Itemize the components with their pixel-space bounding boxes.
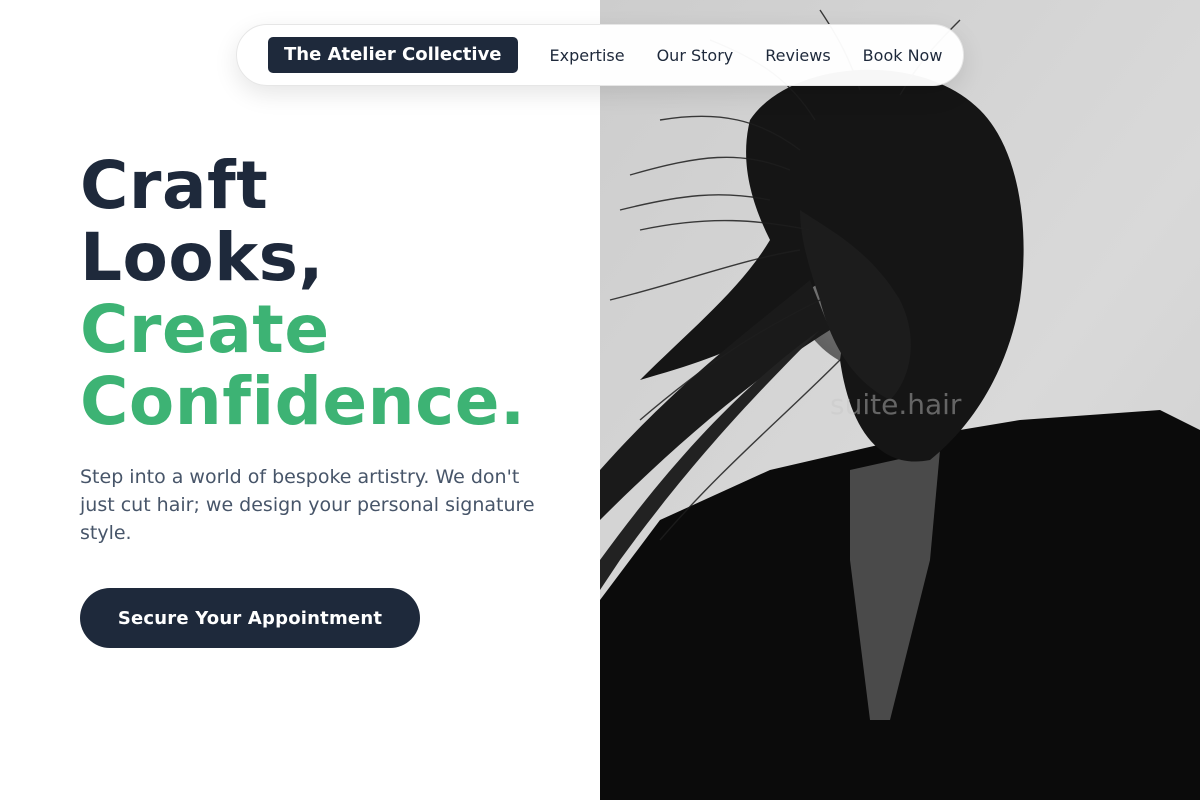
nav-link-expertise[interactable]: Expertise [534, 46, 641, 65]
hero-text-panel: Craft Looks, Create Confidence. Step int… [0, 0, 600, 800]
hero-subtext: Step into a world of bespoke artistry. W… [80, 466, 535, 544]
secure-appointment-button[interactable]: Secure Your Appointment [80, 588, 420, 648]
hero-headline: Craft Looks, Create Confidence. [80, 150, 526, 438]
headline-line-4: Confidence. [80, 363, 526, 440]
brand-logo-link[interactable]: The Atelier Collective [268, 37, 518, 73]
top-navbar: The Atelier Collective Expertise Our Sto… [236, 24, 964, 86]
headline-line-1: Craft [80, 147, 269, 224]
nav-link-reviews[interactable]: Reviews [749, 46, 846, 65]
landing-page: Craft Looks, Create Confidence. Step int… [0, 0, 1200, 800]
headline-line-2: Looks, [80, 219, 324, 296]
nav-link-our-story[interactable]: Our Story [641, 46, 750, 65]
headline-line-3: Create [80, 291, 330, 368]
nav-link-book-now[interactable]: Book Now [847, 46, 959, 65]
nav-links: Expertise Our Story Reviews Book Now [534, 46, 959, 65]
photo-watermark: suite.hair [830, 388, 962, 421]
